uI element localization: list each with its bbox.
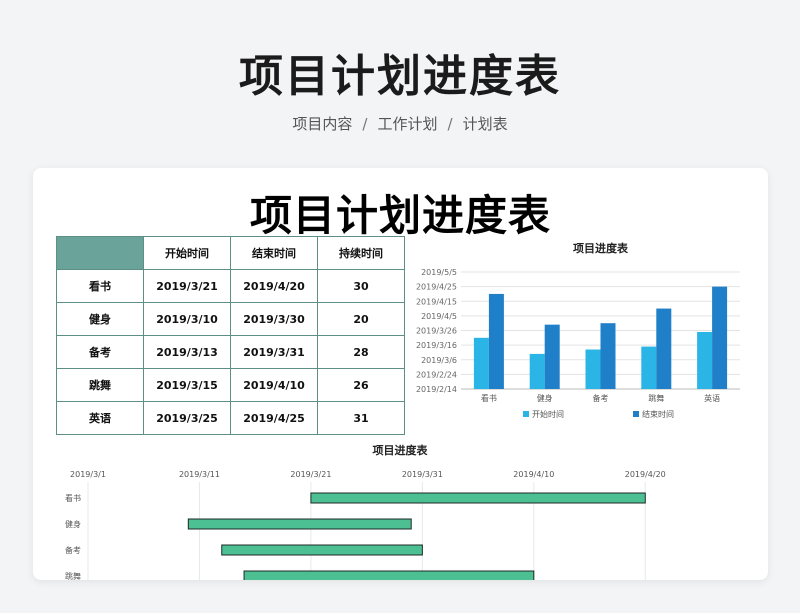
y-tick-label: 2019/4/15 xyxy=(416,297,457,306)
y-tick-label: 2019/4/25 xyxy=(416,283,457,292)
x-tick-label: 备考 xyxy=(593,393,609,403)
breadcrumb-item-sheet[interactable]: 计划表 xyxy=(463,115,508,133)
row-end: 2019/3/30 xyxy=(230,302,318,336)
y-tick-label: 2019/2/24 xyxy=(416,370,457,379)
chart-title: 项目进度表 xyxy=(373,443,429,457)
row-end: 2019/4/10 xyxy=(230,368,318,402)
x-tick-label: 2019/3/21 xyxy=(290,470,331,479)
table-row: 健身 2019/3/10 2019/3/30 20 xyxy=(56,302,405,336)
column-header-end: 结束时间 xyxy=(230,236,318,270)
y-tick-label: 2019/3/16 xyxy=(416,341,457,350)
row-end: 2019/4/25 xyxy=(230,401,318,435)
y-tick-label: 2019/3/6 xyxy=(421,356,457,365)
breadcrumb-item-plan[interactable]: 工作计划 xyxy=(377,115,437,133)
table-row: 看书 2019/3/21 2019/4/20 30 xyxy=(56,269,405,303)
gantt-bar xyxy=(310,492,646,504)
x-tick-label: 2019/3/31 xyxy=(402,470,443,479)
x-tick-label: 2019/4/10 xyxy=(513,470,554,479)
column-header-start: 开始时间 xyxy=(143,236,231,270)
table-corner-cell xyxy=(56,236,144,270)
row-start: 2019/3/21 xyxy=(143,269,231,303)
table-row: 备考 2019/3/13 2019/3/31 28 xyxy=(56,335,405,369)
chart-title: 项目进度表 xyxy=(573,241,629,255)
y-tick-label: 2019/5/5 xyxy=(421,268,457,277)
y-tick-label: 看书 xyxy=(65,493,81,503)
bar xyxy=(473,337,489,389)
bar xyxy=(585,349,601,389)
legend-label: 开始时间 xyxy=(532,409,564,419)
x-tick-label: 英语 xyxy=(704,393,720,403)
schedule-table: 开始时间 结束时间 持续时间 看书 2019/3/21 2019/4/20 30… xyxy=(56,236,405,435)
row-duration: 30 xyxy=(317,269,405,303)
column-header-duration: 持续时间 xyxy=(317,236,405,270)
row-start: 2019/3/10 xyxy=(143,302,231,336)
row-duration: 31 xyxy=(317,401,405,435)
row-name: 健身 xyxy=(56,302,144,336)
row-name: 跳舞 xyxy=(56,368,144,402)
row-end: 2019/4/20 xyxy=(230,269,318,303)
x-tick-label: 2019/3/1 xyxy=(70,470,106,479)
table-row: 跳舞 2019/3/15 2019/4/10 26 xyxy=(56,368,405,402)
row-name: 看书 xyxy=(56,269,144,303)
row-start: 2019/3/25 xyxy=(143,401,231,435)
row-duration: 28 xyxy=(317,335,405,369)
row-duration: 20 xyxy=(317,302,405,336)
row-end: 2019/3/31 xyxy=(230,335,318,369)
legend-swatch xyxy=(633,411,639,417)
gantt-bar xyxy=(187,518,412,530)
bar xyxy=(656,308,672,389)
gantt-chart: 项目进度表 2019/3/1 2019/3/11 2019/3/21 2019/3/31… xyxy=(65,443,666,580)
x-tick-label: 看书 xyxy=(481,393,497,403)
y-tick-label: 健身 xyxy=(65,519,81,529)
row-name: 备考 xyxy=(56,335,144,369)
y-tick-label: 跳舞 xyxy=(65,571,81,580)
bar xyxy=(641,346,657,389)
table-row: 英语 2019/3/25 2019/4/25 31 xyxy=(56,401,405,435)
legend-swatch xyxy=(523,411,529,417)
x-tick-label: 跳舞 xyxy=(648,393,664,403)
row-duration: 26 xyxy=(317,368,405,402)
column-chart: 项目进度表 2019/2/14 2019/2/24 2019/3/6 2019/3/16… xyxy=(416,241,740,419)
bar xyxy=(600,323,616,389)
preview-card: 项目计划进度表 开始时间 结束时间 持续时间 看书 2019/3/21 2019… xyxy=(33,168,768,580)
gantt-bar xyxy=(221,544,423,556)
x-tick-label: 健身 xyxy=(537,393,553,403)
y-tick-label: 2019/4/5 xyxy=(421,312,457,321)
row-start: 2019/3/13 xyxy=(143,335,231,369)
bar xyxy=(488,293,504,389)
bar xyxy=(529,353,545,389)
y-tick-label: 2019/2/14 xyxy=(416,385,457,394)
table-header-row: 开始时间 结束时间 持续时间 xyxy=(56,236,405,270)
x-tick-label: 2019/3/11 xyxy=(179,470,220,479)
breadcrumb-separator: / xyxy=(447,115,453,133)
gantt-bar xyxy=(243,570,535,580)
bar xyxy=(697,331,713,389)
bar xyxy=(712,286,728,389)
breadcrumb-item-content[interactable]: 项目内容 xyxy=(292,115,352,133)
legend-label: 结束时间 xyxy=(642,409,674,419)
x-tick-label: 2019/4/20 xyxy=(625,470,666,479)
breadcrumb-separator: / xyxy=(362,115,368,133)
bar xyxy=(544,324,560,389)
y-tick-label: 备考 xyxy=(65,545,81,555)
page-title: 项目计划进度表 xyxy=(239,51,561,102)
sheet-title: 项目计划进度表 xyxy=(249,191,551,240)
row-name: 英语 xyxy=(56,401,144,435)
y-tick-label: 2019/3/26 xyxy=(416,327,457,336)
breadcrumb: 项目内容 / 工作计划 / 计划表 xyxy=(0,113,800,134)
row-start: 2019/3/15 xyxy=(143,368,231,402)
